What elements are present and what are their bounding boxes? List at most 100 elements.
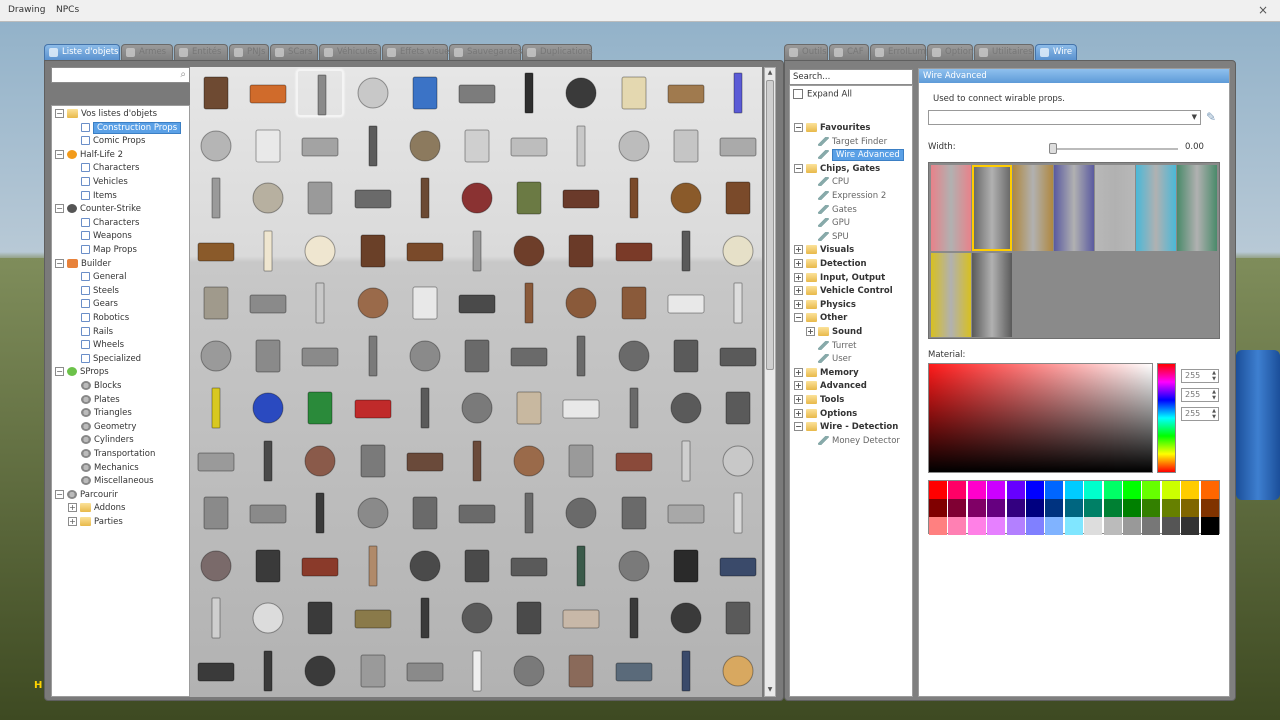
expand-icon[interactable]: +: [794, 286, 803, 296]
prop-icon[interactable]: [296, 279, 344, 327]
prop-icon[interactable]: [505, 594, 553, 642]
prop-icon[interactable]: [401, 384, 449, 432]
prop-icon[interactable]: [505, 332, 553, 380]
tree-item[interactable]: Vehicles: [81, 176, 128, 189]
material-tile[interactable]: [1136, 165, 1176, 251]
color-swatch[interactable]: [1084, 499, 1103, 517]
prop-icon[interactable]: [296, 594, 344, 642]
color-swatch[interactable]: [1142, 481, 1161, 499]
prop-icon[interactable]: [662, 227, 710, 275]
scroll-up-icon[interactable]: ▲: [766, 69, 774, 78]
prop-icon[interactable]: [505, 279, 553, 327]
prop-icon[interactable]: [349, 227, 397, 275]
color-swatch[interactable]: [948, 481, 967, 499]
prop-icon[interactable]: [714, 279, 762, 327]
width-slider[interactable]: [1049, 143, 1178, 154]
prop-icon[interactable]: [714, 489, 762, 537]
prop-icon[interactable]: [349, 122, 397, 170]
prop-icon[interactable]: [505, 647, 553, 695]
prop-icon[interactable]: [453, 122, 501, 170]
prop-icon[interactable]: [662, 332, 710, 380]
prop-icon[interactable]: [296, 384, 344, 432]
prop-icon[interactable]: [244, 69, 292, 117]
color-swatch[interactable]: [1084, 481, 1103, 499]
prop-icon[interactable]: [192, 384, 240, 432]
prop-icon[interactable]: [662, 279, 710, 327]
tree-item[interactable]: Comic Props: [81, 135, 145, 148]
prop-icon[interactable]: [244, 489, 292, 537]
color-swatch[interactable]: [1161, 517, 1180, 535]
tree-item[interactable]: Rails: [81, 326, 113, 339]
collapse-icon[interactable]: −: [794, 123, 803, 132]
tree-item[interactable]: Geometry: [81, 421, 136, 434]
prop-icon[interactable]: [244, 227, 292, 275]
prop-icon[interactable]: [349, 594, 397, 642]
tool-item[interactable]: SPU: [818, 231, 849, 244]
prop-icon[interactable]: [662, 542, 710, 590]
prop-icon[interactable]: [557, 69, 605, 117]
tab-entit-s[interactable]: Entités: [174, 44, 228, 60]
prop-icon[interactable]: [557, 122, 605, 170]
prop-icon[interactable]: [453, 69, 501, 117]
prop-icon[interactable]: [296, 489, 344, 537]
prop-icon[interactable]: [453, 384, 501, 432]
tab-caf[interactable]: CAF: [829, 44, 869, 60]
tool-category[interactable]: + Options: [794, 408, 857, 421]
red-input[interactable]: 255 ▲ ▼: [1181, 369, 1219, 383]
collapse-icon[interactable]: −: [55, 149, 64, 159]
prop-icon[interactable]: [662, 174, 710, 222]
color-swatch[interactable]: [967, 481, 986, 499]
prop-icon[interactable]: [349, 279, 397, 327]
color-swatch[interactable]: [1200, 517, 1219, 535]
prop-icon[interactable]: [714, 542, 762, 590]
material-tile[interactable]: [931, 253, 971, 337]
tab-options[interactable]: Options: [927, 44, 978, 60]
prop-icon[interactable]: [610, 122, 658, 170]
prop-icon[interactable]: [662, 647, 710, 695]
scroll-down-icon[interactable]: ▼: [766, 686, 774, 695]
prop-icon[interactable]: [192, 489, 240, 537]
edit-presets-icon[interactable]: ✎: [1206, 110, 1220, 124]
color-swatch[interactable]: [1181, 517, 1200, 535]
color-swatch[interactable]: [1103, 517, 1122, 535]
menu-npcs[interactable]: NPCs: [56, 5, 79, 15]
prop-icon[interactable]: [714, 437, 762, 485]
prop-icon[interactable]: [610, 647, 658, 695]
prop-icon[interactable]: [244, 594, 292, 642]
prop-icon[interactable]: [244, 122, 292, 170]
prop-icon[interactable]: [296, 69, 345, 117]
tree-item[interactable]: Triangles: [81, 407, 132, 420]
tab-v-hicules[interactable]: Véhicules: [319, 44, 381, 60]
tree-item[interactable]: Characters: [81, 162, 139, 175]
color-swatch[interactable]: [1045, 481, 1064, 499]
prop-icon[interactable]: [714, 227, 762, 275]
expand-all-checkbox[interactable]: Expand All: [793, 89, 852, 100]
prop-icon[interactable]: [349, 174, 397, 222]
prop-icon[interactable]: [610, 489, 658, 537]
tab-wire[interactable]: Wire: [1035, 44, 1077, 60]
color-swatch[interactable]: [1026, 499, 1044, 517]
prop-icon[interactable]: [662, 69, 710, 117]
prop-icon[interactable]: [192, 69, 240, 117]
material-tile[interactable]: [1095, 165, 1135, 251]
color-swatch[interactable]: [1006, 517, 1025, 535]
prop-icon[interactable]: [557, 489, 605, 537]
tool-category[interactable]: + Detection: [794, 258, 867, 271]
prop-icon[interactable]: [192, 594, 240, 642]
color-swatch[interactable]: [1161, 499, 1180, 517]
prop-icon[interactable]: [192, 227, 240, 275]
tree-item[interactable]: Transportation: [81, 448, 155, 461]
tab-sauvegardes[interactable]: Sauvegardes: [449, 44, 522, 60]
prop-search-input[interactable]: ⌕: [51, 67, 190, 83]
slider-knob[interactable]: [1049, 143, 1057, 154]
color-swatch[interactable]: [1142, 499, 1161, 517]
prop-icon[interactable]: [401, 437, 449, 485]
tree-item[interactable]: + Parties: [68, 516, 123, 529]
prop-icon[interactable]: [610, 594, 658, 642]
prop-icon[interactable]: [505, 174, 553, 222]
tree-item[interactable]: Gears: [81, 298, 118, 311]
prop-icon[interactable]: [557, 174, 605, 222]
tool-category[interactable]: + Vehicle Control: [794, 285, 893, 298]
tree-category[interactable]: − Counter-Strike: [55, 203, 141, 216]
color-saturation-picker[interactable]: [928, 363, 1153, 473]
